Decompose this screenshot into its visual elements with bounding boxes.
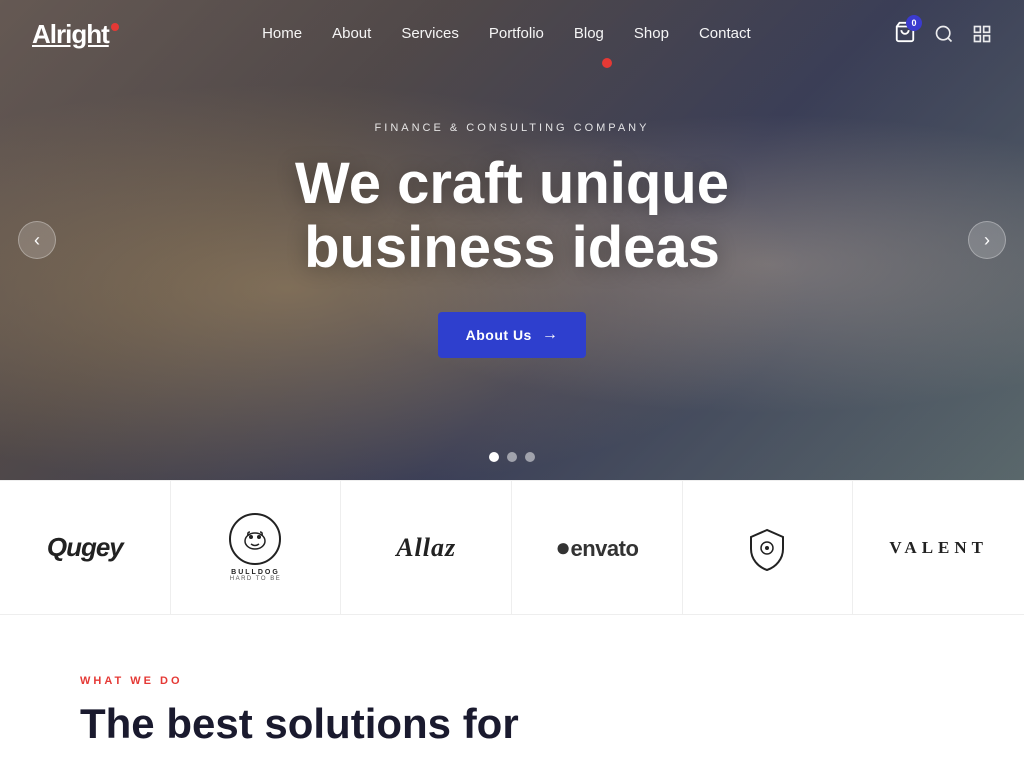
carousel-dot-3[interactable] bbox=[525, 452, 535, 462]
valent-logo: VALENT bbox=[889, 538, 988, 558]
nav-icons: 0 bbox=[894, 21, 992, 48]
carousel-next-button[interactable]: › bbox=[968, 221, 1006, 259]
shield-logo-icon bbox=[743, 524, 791, 572]
what-title: The best solutions for bbox=[80, 701, 944, 747]
qugey-logo: Qugey bbox=[47, 532, 123, 563]
what-tag: WHAT WE DO bbox=[80, 675, 944, 687]
arrow-icon: → bbox=[542, 326, 559, 344]
cart-badge: 0 bbox=[906, 15, 922, 31]
nav-item-contact[interactable]: Contact bbox=[699, 25, 751, 43]
about-us-button[interactable]: About Us → bbox=[438, 312, 587, 358]
what-title-line1: The best solutions for bbox=[80, 700, 519, 747]
logo-text: Alright bbox=[32, 19, 109, 50]
grid-icon bbox=[972, 24, 992, 44]
bulldog-icon bbox=[240, 524, 270, 554]
cart-button[interactable]: 0 bbox=[894, 21, 916, 48]
allaz-logo: Allaz bbox=[396, 533, 456, 563]
bulldog-subtitle: HARD TO BE bbox=[230, 576, 281, 582]
search-button[interactable] bbox=[934, 24, 954, 44]
hero-title-line1: We craft unique bbox=[295, 151, 729, 216]
hero-section: ‹ Finance & Consulting Company We craft … bbox=[0, 0, 1024, 480]
logo-dot bbox=[111, 23, 119, 31]
hero-title-line2: business ideas bbox=[304, 215, 720, 280]
logos-grid: Qugey BULLDOG HARD TO BE bbox=[0, 481, 1024, 614]
logos-section: Qugey BULLDOG HARD TO BE bbox=[0, 480, 1024, 615]
nav-item-about[interactable]: About bbox=[332, 25, 371, 43]
hero-subtitle: Finance & Consulting Company bbox=[295, 122, 729, 134]
nav-links: Home About Services Portfolio Blog Shop … bbox=[262, 25, 751, 43]
carousel-dot-1[interactable] bbox=[489, 452, 499, 462]
brand-logo-bulldog: BULLDOG HARD TO BE bbox=[171, 481, 342, 614]
bulldog-logo-wrap: BULLDOG HARD TO BE bbox=[229, 513, 281, 582]
brand-logo-valent: VALENT bbox=[853, 481, 1024, 614]
envato-logo: ●envato bbox=[555, 532, 638, 563]
carousel-prev-button[interactable]: ‹ bbox=[18, 221, 56, 259]
navbar: Alright Home About Services Portfolio Bl… bbox=[0, 0, 1024, 68]
search-icon bbox=[934, 24, 954, 44]
hero-content: Finance & Consulting Company We craft un… bbox=[275, 122, 749, 358]
brand-logo-allaz: Allaz bbox=[341, 481, 512, 614]
carousel-dot-2[interactable] bbox=[507, 452, 517, 462]
logo[interactable]: Alright bbox=[32, 19, 119, 50]
brand-logo-envato: ●envato bbox=[512, 481, 683, 614]
hero-title: We craft unique business ideas bbox=[295, 152, 729, 280]
bulldog-circle bbox=[229, 513, 281, 565]
nav-item-home[interactable]: Home bbox=[262, 25, 302, 43]
nav-item-shop[interactable]: Shop bbox=[634, 25, 669, 43]
nav-item-portfolio[interactable]: Portfolio bbox=[489, 25, 544, 43]
brand-logo-qugey: Qugey bbox=[0, 481, 171, 614]
what-we-do-section: WHAT WE DO The best solutions for bbox=[0, 615, 1024, 767]
brand-logo-shield bbox=[683, 481, 854, 614]
grid-menu-button[interactable] bbox=[972, 24, 992, 44]
bulldog-text: BULLDOG bbox=[231, 569, 280, 576]
nav-item-blog[interactable]: Blog bbox=[574, 25, 604, 43]
about-us-label: About Us bbox=[466, 327, 532, 343]
nav-item-services[interactable]: Services bbox=[401, 25, 459, 43]
carousel-dots bbox=[489, 452, 535, 462]
